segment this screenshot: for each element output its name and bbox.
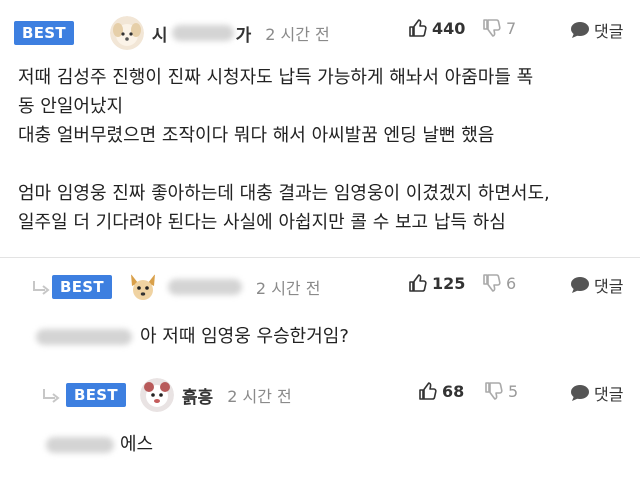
dog-avatar-icon bbox=[125, 270, 160, 304]
reply-button[interactable]: 댓글 bbox=[570, 381, 623, 405]
downvote-count: 6 bbox=[506, 273, 517, 293]
timestamp: 2 시간 전 bbox=[255, 279, 321, 298]
nickname-tail: 가 bbox=[235, 25, 252, 46]
nickname[interactable]: 흙흥 bbox=[182, 383, 213, 408]
puppy-avatar-icon bbox=[109, 16, 144, 50]
comment-2-body-row: 아 저때 임영웅 우승한거임? bbox=[36, 322, 349, 351]
comment-2-header: BEST 2 시간 전 bbox=[52, 270, 320, 304]
comment-3-body-row: 에스 bbox=[46, 430, 153, 459]
downvote-button[interactable]: 5 bbox=[484, 381, 518, 401]
comment-body: 아 저때 임영웅 우승한거임? bbox=[140, 326, 349, 347]
downvote-count: 7 bbox=[506, 18, 517, 38]
reply-label: 댓글 bbox=[594, 277, 624, 296]
upvote-button[interactable]: 125 bbox=[408, 273, 465, 293]
nickname[interactable]: 시 bbox=[152, 21, 168, 46]
downvote-count: 5 bbox=[508, 381, 519, 401]
avatar[interactable] bbox=[125, 270, 160, 304]
reply-arrow-icon bbox=[43, 389, 60, 403]
upvote-count: 125 bbox=[432, 273, 466, 293]
comment-1-header: BEST 시 가 2 시간 전 bbox=[14, 16, 330, 50]
thumb-down-icon bbox=[483, 274, 501, 292]
upvote-button[interactable]: 440 bbox=[408, 18, 465, 38]
blurred-mention bbox=[46, 436, 114, 453]
upvote-count: 440 bbox=[432, 18, 466, 38]
reply-arrow-icon bbox=[33, 281, 50, 295]
avatar[interactable] bbox=[139, 378, 174, 412]
comment-body: 저때 김성주 진행이 진짜 시청자도 납득 가능하게 해놔서 아줌마들 폭 동 … bbox=[18, 67, 550, 233]
reply-button[interactable]: 댓글 bbox=[570, 273, 623, 297]
speech-bubble-icon bbox=[571, 277, 589, 293]
mascot-avatar-icon bbox=[139, 378, 174, 412]
speech-bubble-icon bbox=[571, 22, 589, 38]
comment-body: 에스 bbox=[120, 434, 154, 455]
comment-1: BEST 시 가 2 시간 전 440 7 댓글 저때 김성주 진행이 진짜 시… bbox=[0, 0, 640, 258]
thumb-up-icon bbox=[409, 274, 427, 292]
blurred-mention bbox=[36, 328, 132, 345]
best-badge: BEST bbox=[14, 21, 74, 45]
blurred-nickname bbox=[171, 25, 234, 41]
reply-label: 댓글 bbox=[594, 22, 624, 41]
timestamp: 2 시간 전 bbox=[265, 25, 330, 44]
avatar[interactable] bbox=[109, 16, 144, 50]
downvote-button[interactable]: 6 bbox=[482, 273, 516, 293]
upvote-button[interactable]: 68 bbox=[418, 381, 464, 401]
upvote-count: 68 bbox=[442, 381, 465, 401]
downvote-button[interactable]: 7 bbox=[482, 18, 516, 38]
best-badge: BEST bbox=[66, 383, 126, 407]
best-badge: BEST bbox=[52, 275, 112, 299]
thumb-down-icon bbox=[485, 382, 503, 400]
reply-button[interactable]: 댓글 bbox=[570, 18, 623, 42]
comment-3-header: BEST 흙흥 2 시간 전 bbox=[66, 378, 292, 412]
comment-2: BEST 2 시간 전 125 6 댓글 아 저때 임영웅 우승한거임? bbox=[0, 258, 640, 366]
blurred-nickname bbox=[167, 279, 242, 295]
thumb-down-icon bbox=[483, 19, 501, 37]
speech-bubble-icon bbox=[571, 385, 589, 401]
thumb-up-icon bbox=[409, 19, 427, 37]
timestamp: 2 시간 전 bbox=[227, 387, 292, 406]
reply-label: 댓글 bbox=[594, 385, 624, 404]
comment-3: BEST 흙흥 2 시간 전 68 5 댓글 에스 bbox=[0, 366, 640, 478]
thumb-up-icon bbox=[419, 382, 437, 400]
